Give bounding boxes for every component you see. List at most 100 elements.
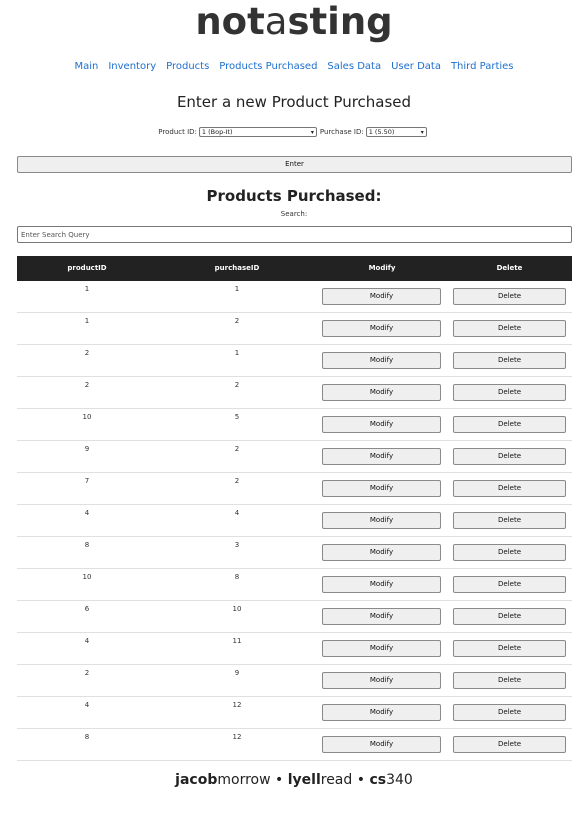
nav-link-main[interactable]: Main — [74, 60, 98, 74]
cell-modify: Modify — [317, 505, 447, 536]
modify-button[interactable]: Modify — [322, 448, 441, 465]
delete-button[interactable]: Delete — [453, 576, 566, 593]
logo-part: a — [264, 0, 288, 43]
cell-purchase-id: 2 — [234, 477, 240, 485]
nav-link-products-purchased[interactable]: Products Purchased — [219, 60, 317, 74]
table-row: 1 1 Modify Delete — [17, 281, 572, 313]
modify-button[interactable]: Modify — [322, 640, 441, 657]
cell-purchase-id: 12 — [232, 701, 242, 709]
enter-button[interactable]: Enter — [17, 156, 572, 173]
cell-modify: Modify — [317, 409, 447, 440]
table-row: 7 2 Modify Delete — [17, 473, 572, 505]
delete-button[interactable]: Delete — [453, 608, 566, 625]
delete-button[interactable]: Delete — [453, 672, 566, 689]
delete-button[interactable]: Delete — [453, 736, 566, 753]
cell-modify: Modify — [317, 569, 447, 600]
product-id-select[interactable]: 1 (Bop-It) ▾ — [198, 127, 317, 137]
cell-purchase-id: 1 — [234, 349, 240, 357]
modify-button[interactable]: Modify — [322, 416, 441, 433]
cell-product-id: 7 — [84, 477, 90, 485]
cell-delete: Delete — [447, 377, 572, 408]
modify-button[interactable]: Modify — [322, 576, 441, 593]
search-label: Search: — [280, 210, 308, 218]
table-row: 9 2 Modify Delete — [17, 441, 572, 473]
chevron-down-icon: ▾ — [420, 129, 424, 136]
delete-button[interactable]: Delete — [453, 352, 566, 369]
nav-link-third-parties[interactable]: Third Parties — [451, 60, 514, 74]
cell-delete: Delete — [447, 281, 572, 312]
purchase-id-value: 1 (5.50) — [368, 128, 395, 136]
nav-link-sales-data[interactable]: Sales Data — [327, 60, 381, 74]
cell-purchase-id: 11 — [232, 637, 242, 645]
nav-link-inventory[interactable]: Inventory — [108, 60, 156, 74]
modify-button[interactable]: Modify — [322, 736, 441, 753]
logo-part: not — [195, 0, 265, 43]
purchase-id-select[interactable]: 1 (5.50) ▾ — [365, 127, 427, 137]
cell-product-id: 8 — [84, 733, 90, 741]
cell-product-id: 4 — [84, 701, 90, 709]
search-input[interactable] — [17, 226, 572, 243]
cell-delete: Delete — [447, 537, 572, 568]
table-header: productID purchaseID Modify Delete — [17, 256, 572, 281]
delete-button[interactable]: Delete — [453, 320, 566, 337]
cell-modify: Modify — [317, 313, 447, 344]
delete-button[interactable]: Delete — [453, 448, 566, 465]
footer-credits: jacobmorrow • lyellread • cs340 — [0, 770, 588, 790]
delete-button[interactable]: Delete — [453, 512, 566, 529]
cell-delete: Delete — [447, 473, 572, 504]
nav-link-products[interactable]: Products — [166, 60, 209, 74]
cell-delete: Delete — [447, 345, 572, 376]
cell-modify: Modify — [317, 665, 447, 696]
table-body: 1 1 Modify Delete 1 2 Modify Delete 2 1 Modify Dele… — [17, 281, 572, 761]
delete-button[interactable]: Delete — [453, 640, 566, 657]
footer-part: jacob — [175, 772, 218, 788]
cell-purchase-id: 5 — [234, 413, 240, 421]
cell-purchase-id: 2 — [234, 317, 240, 325]
modify-button[interactable]: Modify — [322, 608, 441, 625]
modify-button[interactable]: Modify — [322, 480, 441, 497]
modify-button[interactable]: Modify — [322, 352, 441, 369]
cell-delete: Delete — [447, 569, 572, 600]
cell-modify: Modify — [317, 729, 447, 760]
delete-button[interactable]: Delete — [453, 384, 566, 401]
delete-button[interactable]: Delete — [453, 288, 566, 305]
cell-product-id: 2 — [84, 381, 90, 389]
table-row: 6 10 Modify Delete — [17, 601, 572, 633]
modify-button[interactable]: Modify — [322, 288, 441, 305]
modify-button[interactable]: Modify — [322, 320, 441, 337]
cell-purchase-id: 8 — [234, 573, 240, 581]
footer-part: cs — [369, 772, 387, 788]
cell-product-id: 4 — [84, 637, 90, 645]
cell-product-id: 1 — [84, 317, 90, 325]
delete-button[interactable]: Delete — [453, 480, 566, 497]
delete-button[interactable]: Delete — [453, 416, 566, 433]
table-row: 2 1 Modify Delete — [17, 345, 572, 377]
table-row: 4 4 Modify Delete — [17, 505, 572, 537]
table-row: 2 2 Modify Delete — [17, 377, 572, 409]
purchase-id-label: Purchase ID: — [319, 128, 364, 136]
delete-button[interactable]: Delete — [453, 704, 566, 721]
cell-product-id: 9 — [84, 445, 90, 453]
cell-product-id: 1 — [84, 285, 90, 293]
cell-delete: Delete — [447, 729, 572, 760]
modify-button[interactable]: Modify — [322, 672, 441, 689]
nav-link-user-data[interactable]: User Data — [391, 60, 441, 74]
cell-product-id: 6 — [84, 605, 90, 613]
cell-product-id: 2 — [84, 669, 90, 677]
new-entry-heading: Enter a new Product Purchased — [176, 93, 412, 111]
cell-delete: Delete — [447, 697, 572, 728]
modify-button[interactable]: Modify — [322, 704, 441, 721]
modify-button[interactable]: Modify — [322, 384, 441, 401]
cell-purchase-id: 3 — [234, 541, 240, 549]
cell-product-id: 8 — [84, 541, 90, 549]
cell-delete: Delete — [447, 665, 572, 696]
delete-button[interactable]: Delete — [453, 544, 566, 561]
cell-purchase-id: 12 — [232, 733, 242, 741]
modify-button[interactable]: Modify — [322, 512, 441, 529]
cell-modify: Modify — [317, 697, 447, 728]
list-heading: Products Purchased: — [206, 187, 382, 205]
header-product-id: productID — [67, 264, 107, 272]
cell-delete: Delete — [447, 633, 572, 664]
modify-button[interactable]: Modify — [322, 544, 441, 561]
new-entry-form: Product ID: 1 (Bop-It) ▾ Purchase ID: 1 … — [0, 126, 588, 138]
